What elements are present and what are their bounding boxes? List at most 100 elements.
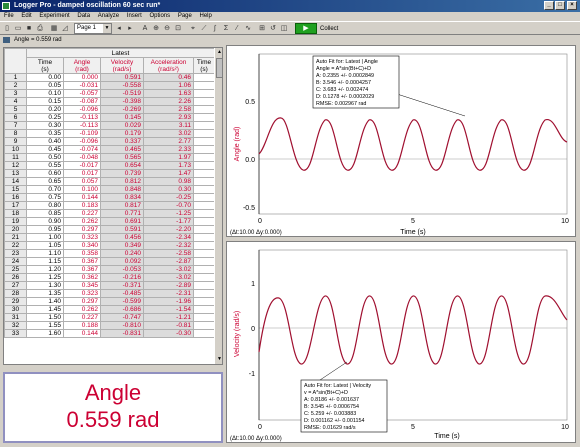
table-cell[interactable]: -0.057 [63,89,101,98]
chevron-down-icon[interactable]: ▼ [103,24,111,33]
table-cell[interactable]: 1.63 [143,89,194,98]
table-row[interactable]: 11 0.50 -0.048 0.565 1.97 [4,153,215,162]
table-cell[interactable]: 0.35 [26,129,64,138]
table-row[interactable]: 16 0.75 0.144 0.834 -0.25 [4,193,215,202]
row-number[interactable]: 16 [4,193,27,202]
table-cell[interactable]: 0.367 [63,257,101,266]
table-cell[interactable]: -1.96 [143,297,194,306]
table-cell[interactable]: -1.77 [143,217,194,226]
scroll-down-icon[interactable]: ▼ [216,356,222,363]
table-cell-empty[interactable] [193,73,215,82]
menu-file[interactable]: File [4,13,14,19]
row-number[interactable]: 13 [4,169,27,178]
table-cell-empty[interactable] [193,89,215,98]
collect-label[interactable]: Collect [320,24,338,34]
table-cell-empty[interactable] [193,153,215,162]
page-select[interactable]: Page 1 ▼ [74,23,112,34]
table-cell[interactable]: 0.000 [63,73,101,82]
table-cell[interactable]: 0.05 [26,81,64,90]
table-cell[interactable]: 0.90 [26,217,64,226]
table-cell[interactable]: -0.096 [63,105,101,114]
velocity-graph[interactable]: Velocity (rad/s) 1 0 -1 0 5 10 Time (s) … [226,241,576,443]
table-cell[interactable]: 0.25 [26,113,64,122]
table-cell[interactable]: 2.33 [143,145,194,154]
table-cell[interactable]: 1.97 [143,153,194,162]
table-cell-empty[interactable] [193,177,215,186]
curvefit-icon[interactable]: ∿ [243,23,253,33]
table-cell-empty[interactable] [193,233,215,242]
table-cell[interactable]: 0.362 [63,273,101,282]
table-cell[interactable]: -0.216 [100,273,144,282]
table-row[interactable]: 14 0.65 0.057 0.812 0.98 [4,177,215,186]
table-cell[interactable]: 0.55 [26,161,64,170]
table-cell[interactable]: -0.599 [100,297,144,306]
row-number[interactable]: 4 [4,97,27,106]
table-cell[interactable]: -1.21 [143,313,194,322]
table-cell[interactable]: 0.50 [26,153,64,162]
table-row[interactable]: 3 0.10 -0.057 -0.519 1.63 [4,89,215,98]
table-row[interactable]: 8 0.35 -0.109 0.179 3.02 [4,129,215,138]
table-row[interactable]: 17 0.80 0.183 0.817 -0.70 [4,201,215,210]
table-row[interactable]: 28 1.35 0.323 -0.485 -2.31 [4,289,215,298]
table-cell[interactable]: 0.144 [63,329,101,338]
table-cell[interactable]: -0.558 [100,81,144,90]
row-number[interactable]: 23 [4,249,27,258]
graph-icon[interactable]: ◿ [60,23,70,33]
table-cell[interactable]: 0.456 [100,233,144,242]
row-number[interactable]: 24 [4,257,27,266]
tangent-icon[interactable]: ⟋ [199,23,209,33]
play-icon[interactable]: ▶ [295,23,317,34]
row-number[interactable]: 21 [4,233,27,242]
table-row[interactable]: 19 0.90 0.262 0.691 -1.77 [4,217,215,226]
table-cell[interactable]: 2.93 [143,113,194,122]
table-cell[interactable]: -0.519 [100,89,144,98]
table-cell-empty[interactable] [193,201,215,210]
table-cell[interactable]: -3.02 [143,265,194,274]
table-cell[interactable]: -0.371 [100,281,144,290]
table-cell[interactable]: 1.20 [26,265,64,274]
table-cell[interactable]: 1.06 [143,81,194,90]
row-number[interactable]: 31 [4,313,27,322]
table-cell[interactable]: 0.340 [63,241,101,250]
table-cell[interactable]: 0.70 [26,185,64,194]
print-icon[interactable]: ⎙ [35,23,45,33]
table-cell[interactable]: -2.34 [143,233,194,242]
table-cell[interactable]: -2.20 [143,225,194,234]
menu-insert[interactable]: Insert [127,13,142,19]
table-cell[interactable]: 0.297 [63,225,101,234]
table-row[interactable]: 13 0.60 0.017 0.739 1.47 [4,169,215,178]
table-cell[interactable]: 0.465 [100,145,144,154]
table-cell[interactable]: 0.40 [26,137,64,146]
table-cell-empty[interactable] [193,297,215,306]
zoom-in-icon[interactable]: ⊕ [151,23,161,33]
table-cell[interactable]: 0.739 [100,169,144,178]
table-cell[interactable]: 0.00 [26,73,64,82]
table-cell[interactable]: -0.048 [63,153,101,162]
page-forward-icon[interactable]: ▸ [125,23,135,33]
row-number[interactable]: 12 [4,161,27,170]
table-cell[interactable]: 0.183 [63,201,101,210]
table-cell[interactable]: -0.747 [100,313,144,322]
table-cell[interactable]: 0.323 [63,289,101,298]
menu-data[interactable]: Data [77,13,90,19]
angle-graph[interactable]: Angle (rad) 0.5 0.0 -0.5 0 5 10 Time (s)… [226,45,576,237]
replay-icon[interactable]: ↺ [268,23,278,33]
table-row[interactable]: 2 0.05 -0.031 -0.558 1.06 [4,81,215,90]
table-cell[interactable]: 1.10 [26,249,64,258]
table-row[interactable]: 12 0.55 -0.017 0.654 1.73 [4,161,215,170]
table-cell[interactable]: 0.834 [100,193,144,202]
table-cell[interactable]: 0.367 [63,265,101,274]
table-cell-empty[interactable] [193,161,215,170]
table-cell[interactable]: 0.145 [100,113,144,122]
table-cell[interactable]: 0.029 [100,121,144,130]
table-cell[interactable]: 0.85 [26,209,64,218]
table-cell[interactable]: 2.77 [143,137,194,146]
angle-graph-canvas[interactable]: Angle (rad) 0.5 0.0 -0.5 0 5 10 Time (s)… [227,46,577,238]
table-cell[interactable]: 0.848 [100,185,144,194]
table-row[interactable]: 20 0.95 0.297 0.591 -2.20 [4,225,215,234]
table-cell[interactable]: 1.47 [143,169,194,178]
table-cell[interactable]: 0.188 [63,321,101,330]
zoom-out-icon[interactable]: ⊖ [162,23,172,33]
row-number[interactable]: 2 [4,81,27,90]
table-cell[interactable]: 0.15 [26,97,64,106]
